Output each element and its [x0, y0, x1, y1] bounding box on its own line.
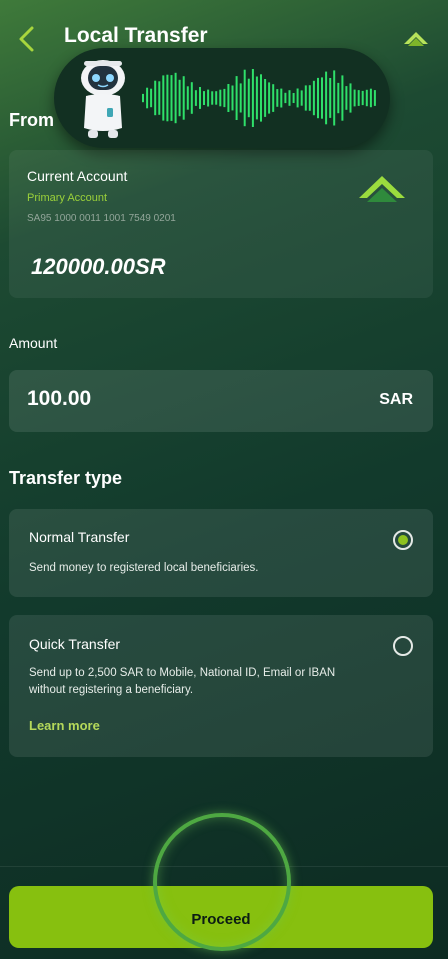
waveform-bar	[280, 88, 283, 108]
waveform-bar	[170, 75, 173, 121]
waveform-bar	[207, 89, 210, 107]
waveform-bar	[325, 71, 328, 125]
waveform-bar	[296, 88, 299, 108]
waveform-bar	[357, 90, 360, 106]
waveform-bar	[227, 84, 230, 112]
waveform-bar	[219, 89, 222, 107]
waveform-bar	[154, 80, 157, 116]
waveform-bar	[329, 78, 332, 118]
microphone-ring-icon[interactable]	[153, 813, 291, 951]
waveform-bar	[292, 93, 295, 103]
account-iban: SA95 1000 0011 1001 7549 0201	[27, 213, 176, 224]
waveform-bar	[239, 83, 242, 113]
voice-assistant-overlay[interactable]	[54, 48, 390, 148]
waveform-bar	[369, 88, 372, 108]
waveform-bar	[284, 92, 287, 104]
page-title: Local Transfer	[64, 24, 208, 47]
amount-input[interactable]: 100.00 SAR	[9, 370, 433, 432]
robot-assistant-icon	[81, 60, 125, 138]
waveform-bar	[321, 77, 323, 119]
waveform-bar	[272, 84, 275, 112]
waveform-bar	[373, 90, 376, 106]
waveform-bar	[260, 74, 262, 122]
radio-selected-dot	[398, 535, 408, 545]
waveform-bar	[231, 85, 234, 111]
waveform-bar	[215, 91, 218, 105]
waveform-bar	[349, 83, 352, 113]
brand-logo-icon	[359, 176, 405, 202]
waveform-bar	[300, 90, 303, 106]
waveform-bar	[312, 80, 315, 116]
waveform-bar	[345, 86, 348, 110]
option-description: Send money to registered local beneficia…	[29, 562, 259, 574]
account-name: Current Account	[27, 168, 128, 184]
from-account-card[interactable]: Current Account Primary Account SA95 100…	[9, 150, 433, 298]
waveform-bar	[247, 78, 250, 118]
waveform-bar	[150, 88, 153, 108]
waveform-bar	[255, 76, 258, 120]
transfer-option-quick[interactable]: Quick Transfer Send up to 2,500 SAR to M…	[9, 615, 433, 757]
waveform-bar	[199, 87, 201, 109]
waveform-bar	[365, 89, 368, 107]
account-type: Primary Account	[27, 192, 108, 204]
waveform-bar	[304, 85, 307, 111]
waveform-bar	[243, 69, 246, 127]
learn-more-link[interactable]: Learn more	[29, 718, 100, 733]
waveform-bar	[162, 75, 165, 121]
waveform-bar	[361, 90, 364, 106]
waveform-bar	[158, 81, 161, 115]
waveform-bar	[333, 70, 336, 126]
option-title: Quick Transfer	[29, 636, 121, 652]
waveform-bar	[223, 88, 226, 108]
brand-logo-icon	[404, 32, 428, 46]
waveform-bar	[268, 82, 271, 114]
radio-button-unselected[interactable]	[393, 636, 413, 656]
waveform-bar	[146, 87, 149, 109]
waveform-bar	[182, 76, 185, 120]
waveform-bar	[317, 77, 319, 119]
amount-currency: SAR	[379, 391, 413, 408]
waveform-bar	[190, 82, 193, 114]
waveform-bar	[186, 86, 189, 110]
waveform-bar	[353, 89, 356, 107]
waveform-bar	[235, 76, 238, 120]
option-description-line-1: Send up to 2,500 SAR to Mobile, National…	[29, 667, 336, 679]
waveform-bar	[142, 93, 144, 103]
waveform-bar	[264, 79, 267, 117]
transfer-option-normal[interactable]: Normal Transfer Send money to registered…	[9, 509, 433, 597]
waveform-bar	[194, 90, 197, 106]
waveform-bar	[341, 75, 344, 121]
voice-waveform-icon	[142, 69, 376, 127]
waveform-bar	[203, 91, 205, 105]
option-title: Normal Transfer	[29, 529, 130, 545]
waveform-bar	[288, 90, 291, 106]
waveform-bar	[251, 69, 254, 127]
waveform-bar	[174, 72, 177, 124]
amount-value: 100.00	[27, 387, 92, 410]
waveform-bar	[178, 79, 181, 117]
waveform-bar	[337, 82, 340, 114]
radio-button-selected[interactable]	[393, 530, 413, 550]
amount-label: Amount	[9, 335, 58, 351]
from-section-label: From	[9, 110, 54, 130]
account-balance: 120000.00SR	[31, 254, 166, 279]
waveform-bar	[276, 89, 279, 107]
option-description-line-2: without registering a beneficiary.	[29, 684, 194, 696]
transfer-type-label: Transfer type	[9, 468, 123, 488]
waveform-bar	[166, 74, 169, 122]
waveform-bar	[308, 85, 311, 111]
chevron-left-icon[interactable]	[14, 24, 42, 54]
waveform-bar	[211, 91, 214, 105]
